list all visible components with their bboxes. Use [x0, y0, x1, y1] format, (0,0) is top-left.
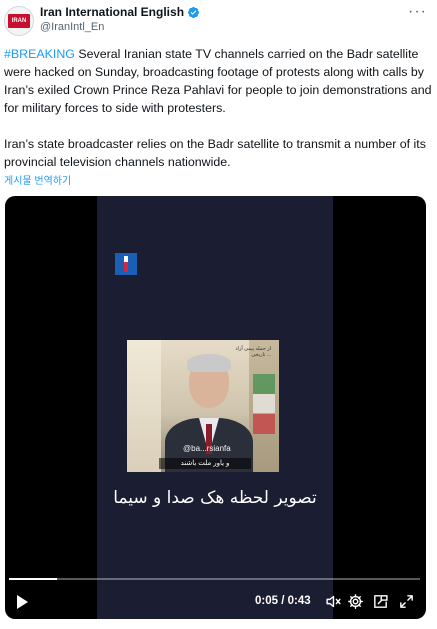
picture-in-picture-icon[interactable]	[372, 593, 389, 610]
video-time-current: 0:05	[255, 595, 279, 607]
more-options-button[interactable]: ···	[408, 3, 427, 21]
video-time: 0:05 / 0:43	[255, 595, 311, 607]
play-icon[interactable]	[15, 594, 29, 610]
settings-gear-icon[interactable]	[347, 593, 364, 610]
tweet-paragraph-2: Iran’s state broadcaster relies on the B…	[4, 137, 426, 169]
video-player[interactable]: از جمله پیمی آزاد تاریخی ... @ba...rsian…	[5, 196, 426, 619]
video-burned-caption: تصویر لحظه هک صدا و سیما	[113, 488, 317, 508]
author-handle[interactable]: @IranIntl_En	[40, 20, 200, 34]
tweet-header: IRAN Iran International English @IranInt…	[0, 0, 437, 44]
iran-international-logo: IRAN	[8, 14, 30, 28]
tweet-paragraph-1: #BREAKING Several Iranian state TV chann…	[4, 45, 432, 117]
inset-top-text: از جمله پیمی آزاد تاریخی ...	[235, 346, 271, 358]
video-frame: از جمله پیمی آزاد تاریخی ... @ba...rsian…	[97, 196, 333, 619]
author-names: Iran International English @IranIntl_En	[40, 5, 200, 34]
verified-badge-icon	[187, 6, 200, 19]
video-time-total: 0:43	[287, 595, 311, 607]
video-time-separator: /	[278, 595, 288, 607]
channel-logo-icon	[115, 253, 137, 275]
author-display-name-text[interactable]: Iran International English	[40, 5, 184, 20]
hashtag-link[interactable]: #BREAKING	[4, 47, 75, 61]
fullscreen-icon[interactable]	[398, 593, 415, 610]
translate-post-link[interactable]: 게시물 번역하기	[4, 172, 71, 187]
video-controls: 0:05 / 0:43	[5, 590, 426, 614]
volume-muted-icon[interactable]	[325, 593, 342, 610]
inset-caption: و یاور ملت باشند	[159, 458, 251, 469]
author-display-name[interactable]: Iran International English	[40, 5, 200, 20]
tweet-body: #BREAKING Several Iranian state TV chann…	[4, 45, 432, 171]
flag-icon	[253, 374, 275, 434]
video-progress-fill	[9, 578, 57, 580]
video-inset-speaker: از جمله پیمی آزاد تاریخی ... @ba...rsian…	[127, 340, 279, 472]
video-progress-bar[interactable]	[9, 578, 420, 580]
inset-watermark: @ba...rsianfa	[183, 444, 231, 453]
author-avatar[interactable]: IRAN	[4, 6, 34, 36]
